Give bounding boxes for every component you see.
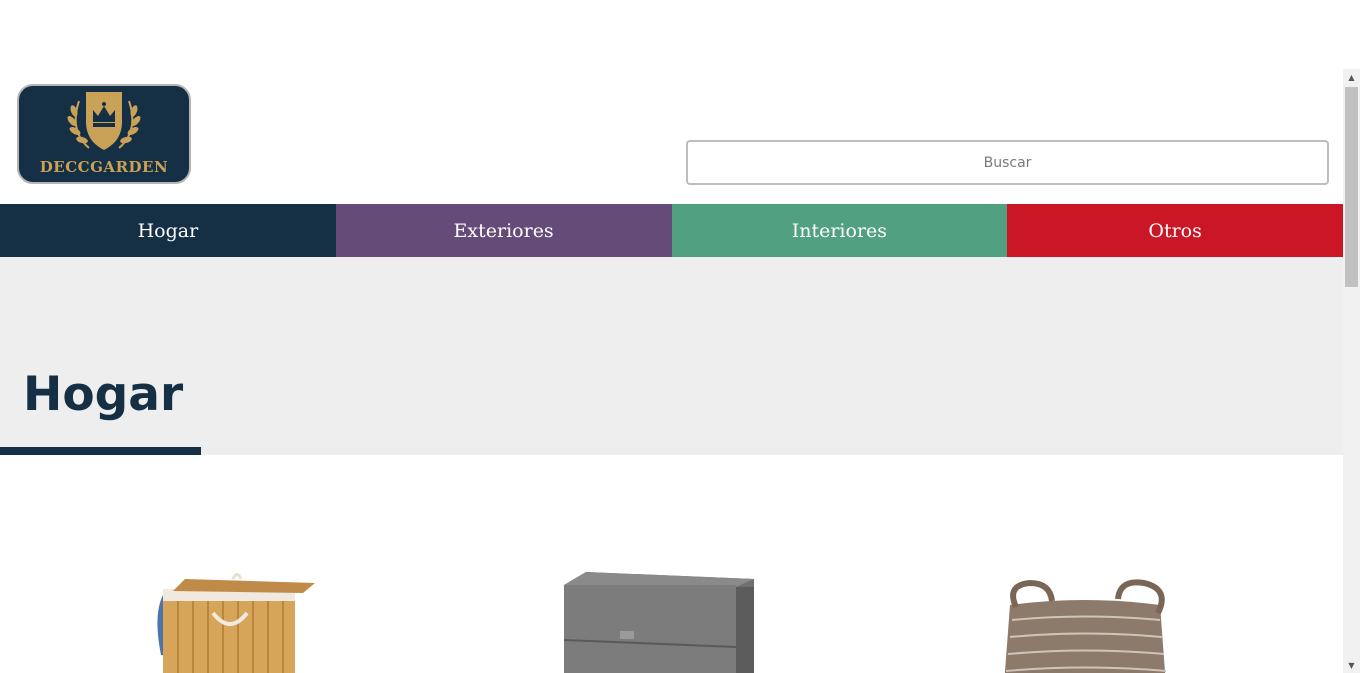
- gray-drawer-unit-image: [563, 572, 754, 673]
- scrollbar-thumb[interactable]: [1345, 87, 1358, 287]
- category-nav: Hogar Exteriores Interiores Otros: [0, 204, 1343, 257]
- page-title: Hogar: [23, 367, 184, 422]
- brand-name: DECCGARDEN: [39, 158, 169, 176]
- nav-item-otros[interactable]: Otros: [1007, 204, 1343, 257]
- nav-item-hogar[interactable]: Hogar: [0, 204, 336, 257]
- nav-item-interiores[interactable]: Interiores: [671, 204, 1008, 257]
- title-underline: [0, 447, 201, 455]
- scroll-down-icon[interactable]: ▼: [1343, 657, 1360, 673]
- bamboo-laundry-hamper-image: [157, 573, 315, 673]
- scroll-up-icon[interactable]: ▲: [1343, 69, 1360, 85]
- brown-woven-basket-image: [1004, 579, 1167, 673]
- title-band: Hogar: [0, 257, 1343, 455]
- product-card-hamper[interactable]: [133, 565, 333, 673]
- page-viewport: DECCGARDEN Hogar Exteriores Interiores O…: [0, 0, 1343, 673]
- nav-item-exteriores[interactable]: Exteriores: [335, 204, 672, 257]
- product-card-drawers[interactable]: [560, 565, 760, 673]
- product-card-basket[interactable]: [990, 565, 1190, 673]
- search-input[interactable]: [686, 140, 1329, 185]
- brand-logo[interactable]: DECCGARDEN: [17, 84, 191, 184]
- vertical-scrollbar[interactable]: ▲ ▼: [1343, 69, 1360, 673]
